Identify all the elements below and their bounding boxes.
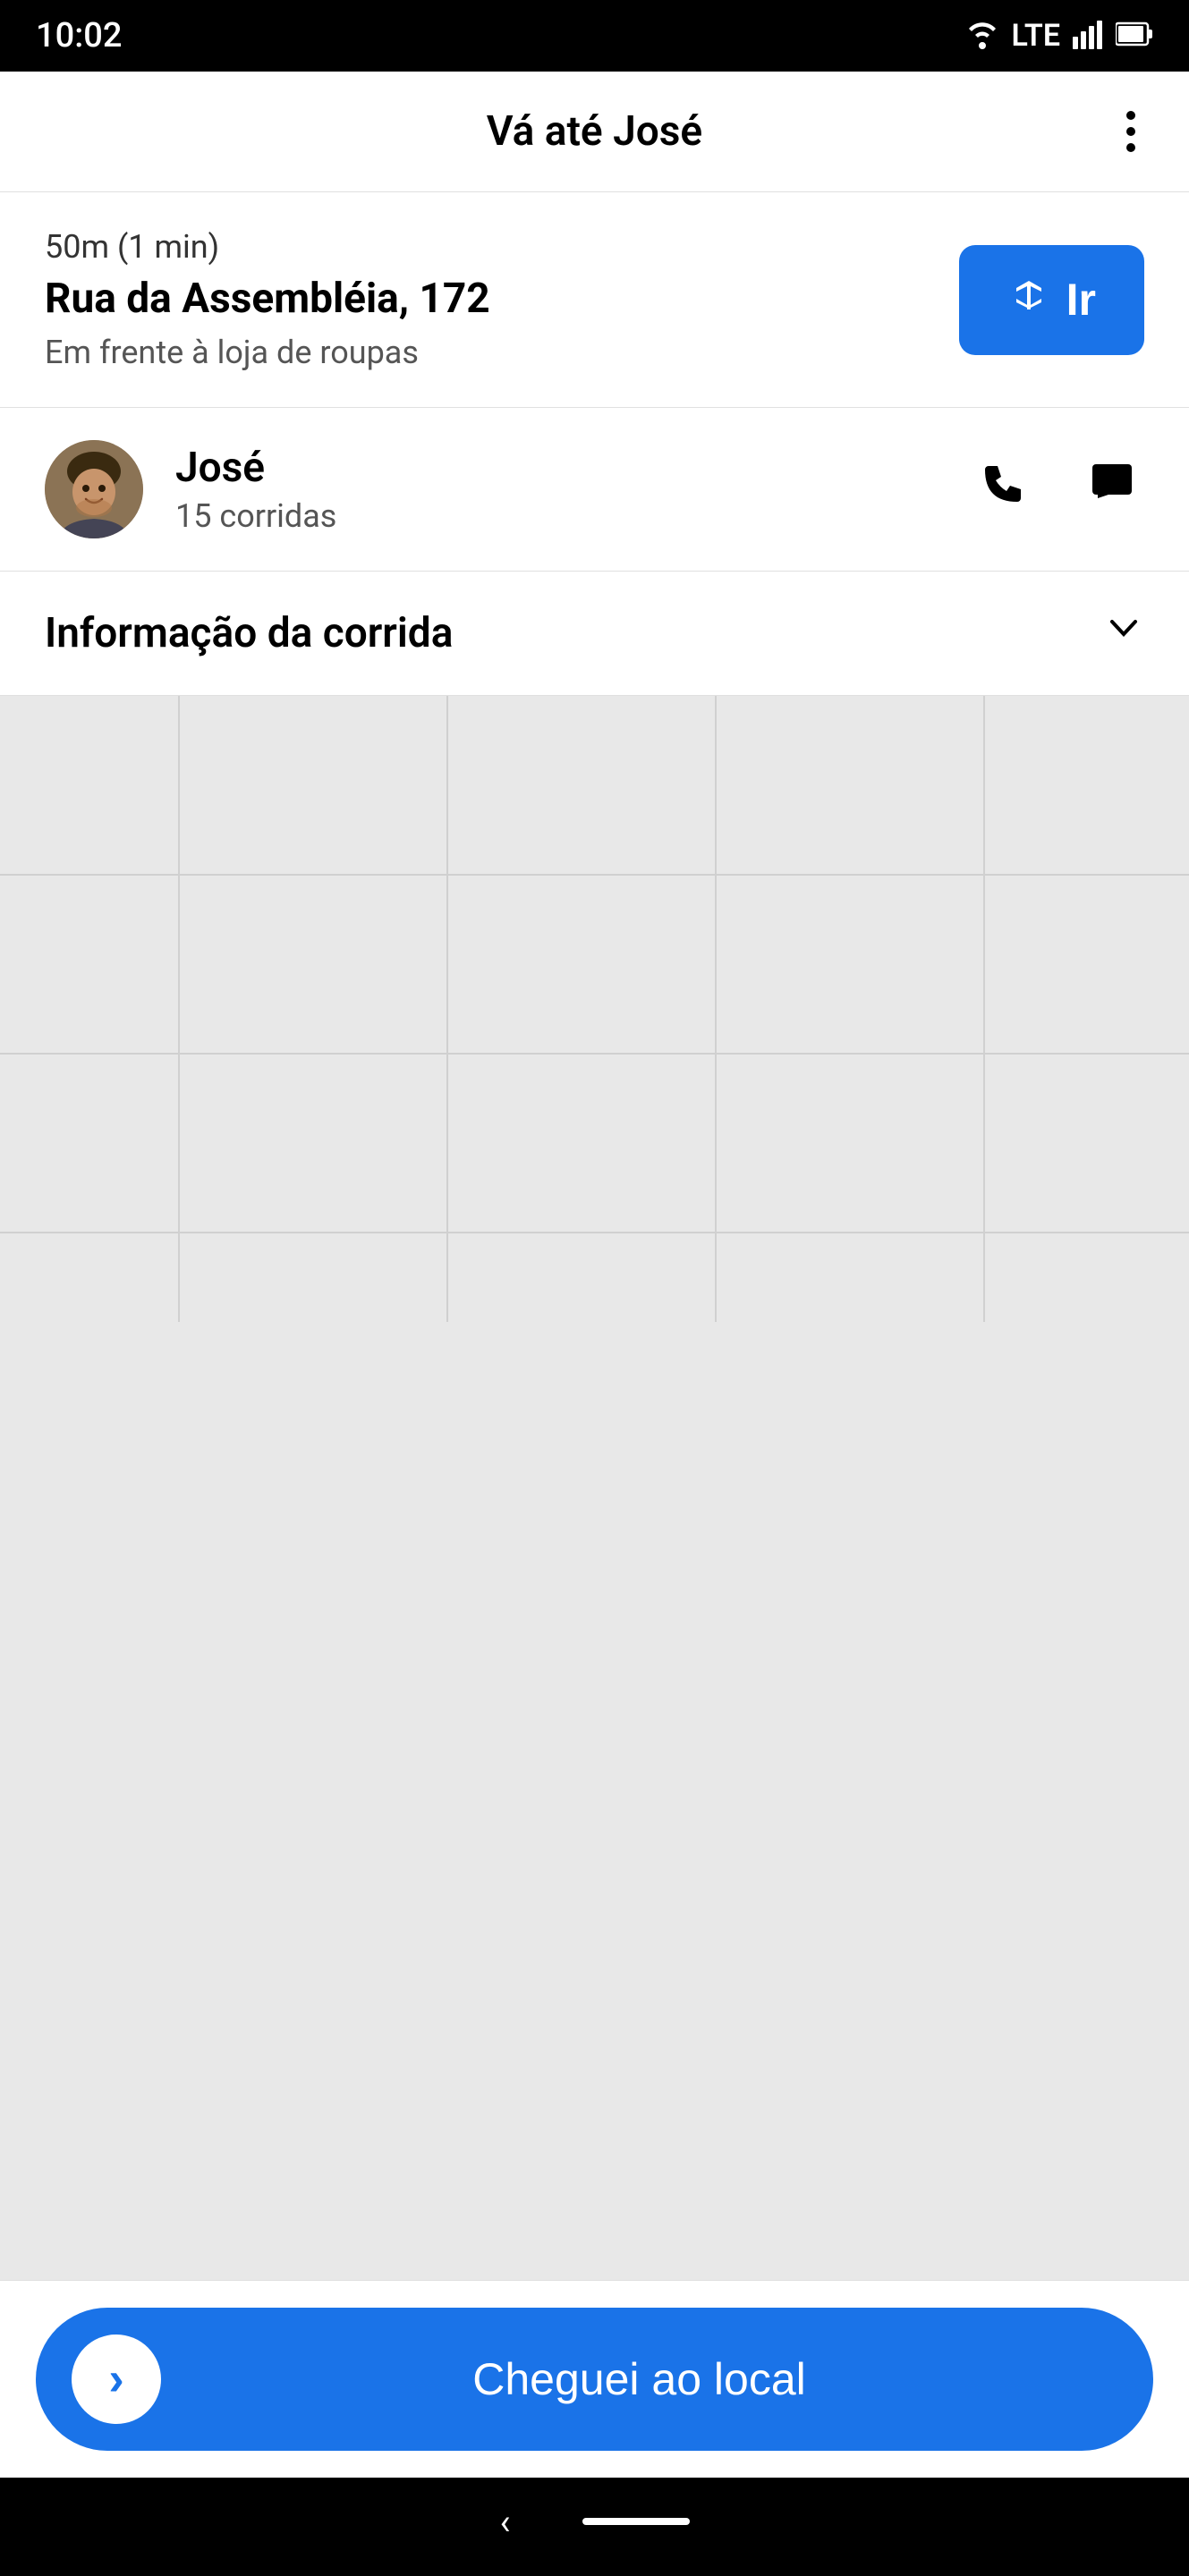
navigation-icon (1007, 274, 1050, 326)
passenger-details: José 15 corridas (175, 444, 971, 535)
arrived-button[interactable]: › Cheguei ao local (36, 2308, 1153, 2451)
wifi-icon (965, 19, 999, 53)
passenger-name: José (175, 444, 971, 492)
pickup-distance: 50m (1 min) (45, 228, 932, 266)
call-button[interactable] (971, 452, 1035, 528)
more-options-button[interactable] (1117, 102, 1144, 161)
ride-info-label: Informação da corrida (45, 609, 453, 657)
avatar-svg (45, 440, 143, 538)
arrived-button-label: Cheguei ao local (161, 2353, 1117, 2405)
passenger-actions (971, 452, 1144, 528)
message-button[interactable] (1080, 452, 1144, 528)
lte-label: LTE (1012, 18, 1061, 54)
home-indicator[interactable] (582, 2518, 690, 2525)
passenger-avatar (45, 440, 143, 538)
pickup-info: 50m (1 min) Rua da Assembléia, 172 Em fr… (45, 228, 932, 371)
passenger-rides: 15 corridas (175, 497, 971, 535)
dot1 (1126, 111, 1135, 120)
top-bar: Vá até José (0, 72, 1189, 192)
bottom-bar: › Cheguei ao local (0, 2280, 1189, 2478)
chat-icon (1089, 466, 1135, 518)
back-button[interactable]: ‹ (499, 2501, 510, 2543)
pickup-address: Rua da Assembléia, 172 (45, 275, 932, 323)
bottom-nav: ‹ (0, 2478, 1189, 2576)
dot3 (1126, 143, 1135, 152)
pickup-section: 50m (1 min) Rua da Assembléia, 172 Em fr… (0, 192, 1189, 408)
pickup-landmark: Em frente à loja de roupas (45, 334, 932, 371)
map-section (0, 696, 1189, 2280)
phone-icon (980, 466, 1026, 518)
status-icons: LTE (965, 18, 1154, 54)
go-button-label: Ir (1066, 274, 1096, 326)
passenger-section: José 15 corridas (0, 408, 1189, 572)
battery-icon (1116, 19, 1153, 53)
page-title: Vá até José (487, 107, 702, 156)
app-container: Vá até José 50m (1 min) Rua da Assembléi… (0, 72, 1189, 2478)
chevron-right-icon: › (108, 2352, 123, 2406)
dot2 (1126, 127, 1135, 136)
chevron-down-icon (1103, 607, 1144, 659)
ride-info-section[interactable]: Informação da corrida (0, 572, 1189, 696)
signal-icon (1073, 19, 1103, 53)
arrow-circle: › (72, 2334, 161, 2424)
go-button[interactable]: Ir (959, 245, 1144, 355)
status-bar: 10:02 LTE (0, 0, 1189, 72)
status-time: 10:02 (36, 16, 122, 55)
map-placeholder (0, 696, 1189, 1322)
